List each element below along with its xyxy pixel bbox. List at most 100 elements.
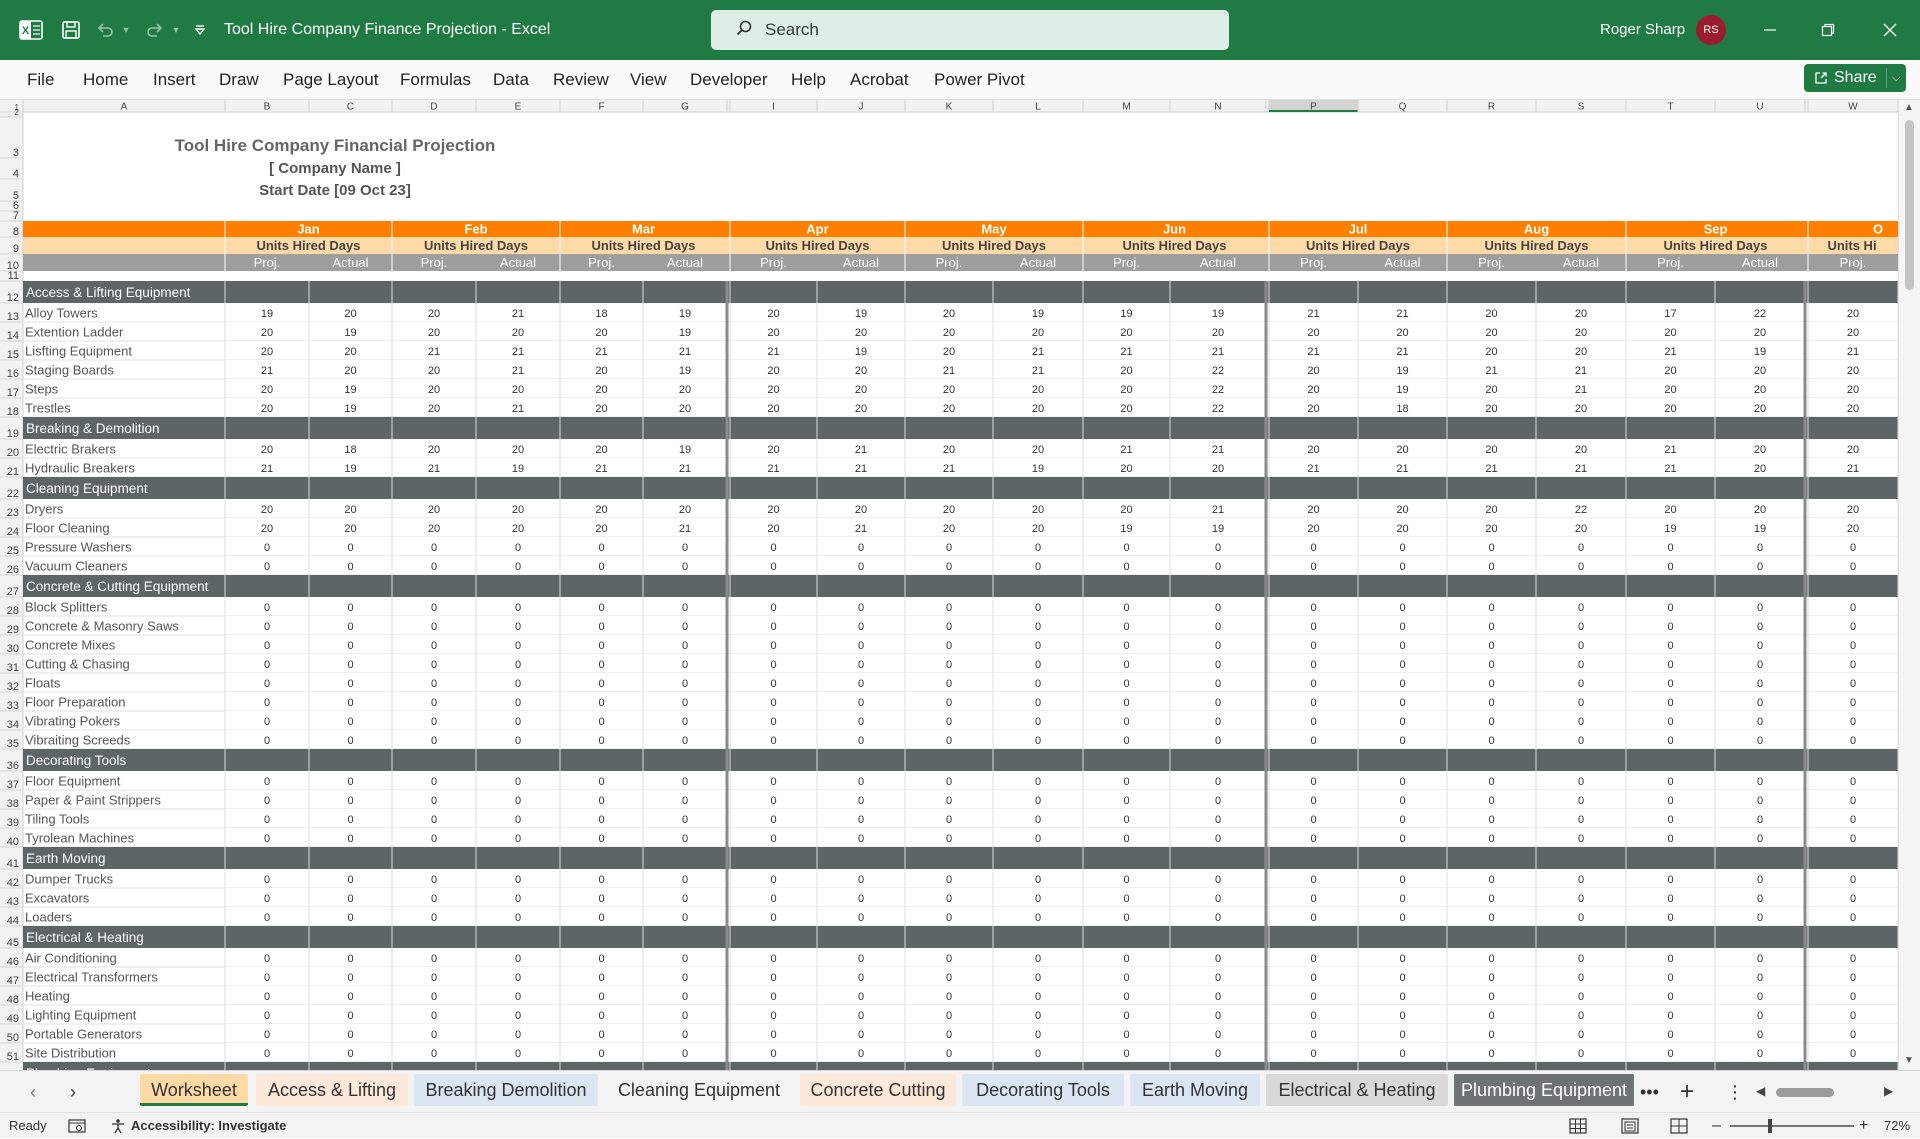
cell-value[interactable]: 20 bbox=[261, 523, 273, 535]
cell-value[interactable]: 21 bbox=[679, 523, 691, 535]
cell-value[interactable]: 0 bbox=[431, 1048, 437, 1060]
cell-value[interactable]: 0 bbox=[1215, 991, 1221, 1003]
cell-value[interactable]: 0 bbox=[1667, 1048, 1673, 1060]
cell-value[interactable]: 0 bbox=[1667, 678, 1673, 690]
cell-value[interactable]: 21 bbox=[1396, 308, 1408, 320]
menu-page-layout[interactable]: Page Layout bbox=[283, 60, 378, 100]
cell-value[interactable]: 0 bbox=[1123, 912, 1129, 924]
cell-value[interactable]: 0 bbox=[1757, 814, 1763, 826]
cell-value[interactable]: 0 bbox=[1035, 893, 1041, 905]
item-name[interactable]: Vibrating Pokers bbox=[25, 714, 121, 729]
cell-value[interactable]: 20 bbox=[1120, 327, 1132, 339]
column-header-f[interactable]: F bbox=[598, 102, 604, 113]
row-header[interactable]: 31 bbox=[7, 662, 19, 674]
cell-value[interactable]: 0 bbox=[1310, 1010, 1316, 1022]
cell-value[interactable]: 0 bbox=[1578, 542, 1584, 554]
cell-value[interactable]: 20 bbox=[1396, 327, 1408, 339]
cell-value[interactable]: 0 bbox=[1850, 893, 1856, 905]
cell-value[interactable]: 0 bbox=[1578, 833, 1584, 845]
cell-value[interactable]: 21 bbox=[1575, 365, 1587, 377]
cell-value[interactable]: 20 bbox=[344, 504, 356, 516]
cell-value[interactable]: 0 bbox=[1215, 735, 1221, 747]
cell-value[interactable]: 0 bbox=[1488, 1010, 1494, 1022]
cell-value[interactable]: 0 bbox=[1310, 991, 1316, 1003]
cell-value[interactable]: 20 bbox=[1032, 403, 1044, 415]
item-name[interactable]: Floor Cleaning bbox=[25, 521, 110, 536]
cell-value[interactable]: 20 bbox=[1485, 327, 1497, 339]
cell-value[interactable]: 0 bbox=[431, 833, 437, 845]
cell-value[interactable]: 21 bbox=[1847, 346, 1859, 358]
cell-value[interactable]: 0 bbox=[598, 912, 604, 924]
cell-value[interactable]: 0 bbox=[1578, 795, 1584, 807]
cell-value[interactable]: 0 bbox=[1310, 716, 1316, 728]
cell-value[interactable]: 0 bbox=[1310, 542, 1316, 554]
cell-value[interactable]: 0 bbox=[1399, 953, 1405, 965]
cell-value[interactable]: 0 bbox=[598, 1029, 604, 1041]
cell-value[interactable]: 0 bbox=[1123, 1048, 1129, 1060]
tab-earth-moving[interactable]: Earth Moving bbox=[1130, 1074, 1260, 1106]
cell-value[interactable]: 0 bbox=[1757, 735, 1763, 747]
cell-value[interactable]: 0 bbox=[1757, 678, 1763, 690]
cell-value[interactable]: 20 bbox=[512, 523, 524, 535]
row-header[interactable]: 34 bbox=[7, 719, 19, 731]
cell-value[interactable]: 0 bbox=[1399, 1010, 1405, 1022]
cell-value[interactable]: 20 bbox=[344, 523, 356, 535]
cell-value[interactable]: 21 bbox=[512, 308, 524, 320]
cell-value[interactable]: 20 bbox=[943, 346, 955, 358]
cell-value[interactable]: 0 bbox=[1667, 1010, 1673, 1022]
cell-value[interactable]: 0 bbox=[1488, 912, 1494, 924]
cell-value[interactable]: 0 bbox=[1215, 716, 1221, 728]
cell-value[interactable]: 0 bbox=[1488, 795, 1494, 807]
cell-value[interactable]: 0 bbox=[682, 735, 688, 747]
cell-value[interactable]: 21 bbox=[1032, 346, 1044, 358]
row-header[interactable]: 39 bbox=[7, 817, 19, 829]
cell-value[interactable]: 0 bbox=[1399, 991, 1405, 1003]
cell-value[interactable]: 0 bbox=[682, 678, 688, 690]
cell-value[interactable]: 0 bbox=[515, 972, 521, 984]
cell-value[interactable]: 0 bbox=[770, 1029, 776, 1041]
cell-value[interactable]: 0 bbox=[264, 621, 270, 633]
cell-value[interactable]: 0 bbox=[1578, 1048, 1584, 1060]
cell-value[interactable]: 20 bbox=[1485, 504, 1497, 516]
cell-value[interactable]: 0 bbox=[598, 953, 604, 965]
cell-value[interactable]: 0 bbox=[946, 893, 952, 905]
cell-value[interactable]: 0 bbox=[1757, 972, 1763, 984]
start-date[interactable]: Start Date [09 Oct 23] bbox=[259, 182, 411, 199]
category-label[interactable]: Breaking & Demolition bbox=[26, 421, 160, 436]
cell-value[interactable]: 0 bbox=[946, 659, 952, 671]
cell-value[interactable]: 0 bbox=[598, 874, 604, 886]
column-header-i[interactable]: I bbox=[772, 102, 775, 113]
cell-value[interactable]: 0 bbox=[682, 912, 688, 924]
cell-value[interactable]: 0 bbox=[858, 893, 864, 905]
cell-value[interactable]: 0 bbox=[1488, 602, 1494, 614]
cell-value[interactable]: 0 bbox=[946, 814, 952, 826]
cell-value[interactable]: 0 bbox=[1035, 697, 1041, 709]
cell-value[interactable]: 0 bbox=[515, 659, 521, 671]
cell-value[interactable]: 0 bbox=[431, 735, 437, 747]
cell-value[interactable]: 0 bbox=[682, 1029, 688, 1041]
cell-value[interactable]: 20 bbox=[1575, 346, 1587, 358]
cell-value[interactable]: 0 bbox=[347, 795, 353, 807]
cell-value[interactable]: 0 bbox=[770, 1048, 776, 1060]
cell-value[interactable]: 0 bbox=[1035, 953, 1041, 965]
cell-value[interactable]: 0 bbox=[1215, 912, 1221, 924]
cell-value[interactable]: 0 bbox=[1035, 640, 1041, 652]
tab-plumbing-equipment[interactable]: Plumbing Equipment bbox=[1454, 1074, 1634, 1106]
cell-value[interactable]: 0 bbox=[1667, 795, 1673, 807]
column-header-e[interactable]: E bbox=[515, 102, 522, 113]
cell-value[interactable]: 0 bbox=[1850, 561, 1856, 573]
cell-value[interactable]: 20 bbox=[1847, 365, 1859, 377]
menu-developer[interactable]: Developer bbox=[690, 60, 768, 100]
cell-value[interactable]: 20 bbox=[1120, 384, 1132, 396]
cell-value[interactable]: 0 bbox=[1215, 697, 1221, 709]
cell-value[interactable]: 0 bbox=[1310, 1029, 1316, 1041]
cell-value[interactable]: 0 bbox=[264, 912, 270, 924]
cell-value[interactable]: 0 bbox=[431, 912, 437, 924]
cell-value[interactable]: 0 bbox=[1035, 561, 1041, 573]
cell-value[interactable]: 0 bbox=[1310, 893, 1316, 905]
cell-value[interactable]: 20 bbox=[512, 444, 524, 456]
menu-acrobat[interactable]: Acrobat bbox=[850, 60, 909, 100]
cell-value[interactable]: 20 bbox=[767, 444, 779, 456]
item-name[interactable]: Staging Boards bbox=[25, 363, 114, 378]
cell-value[interactable]: 0 bbox=[770, 795, 776, 807]
